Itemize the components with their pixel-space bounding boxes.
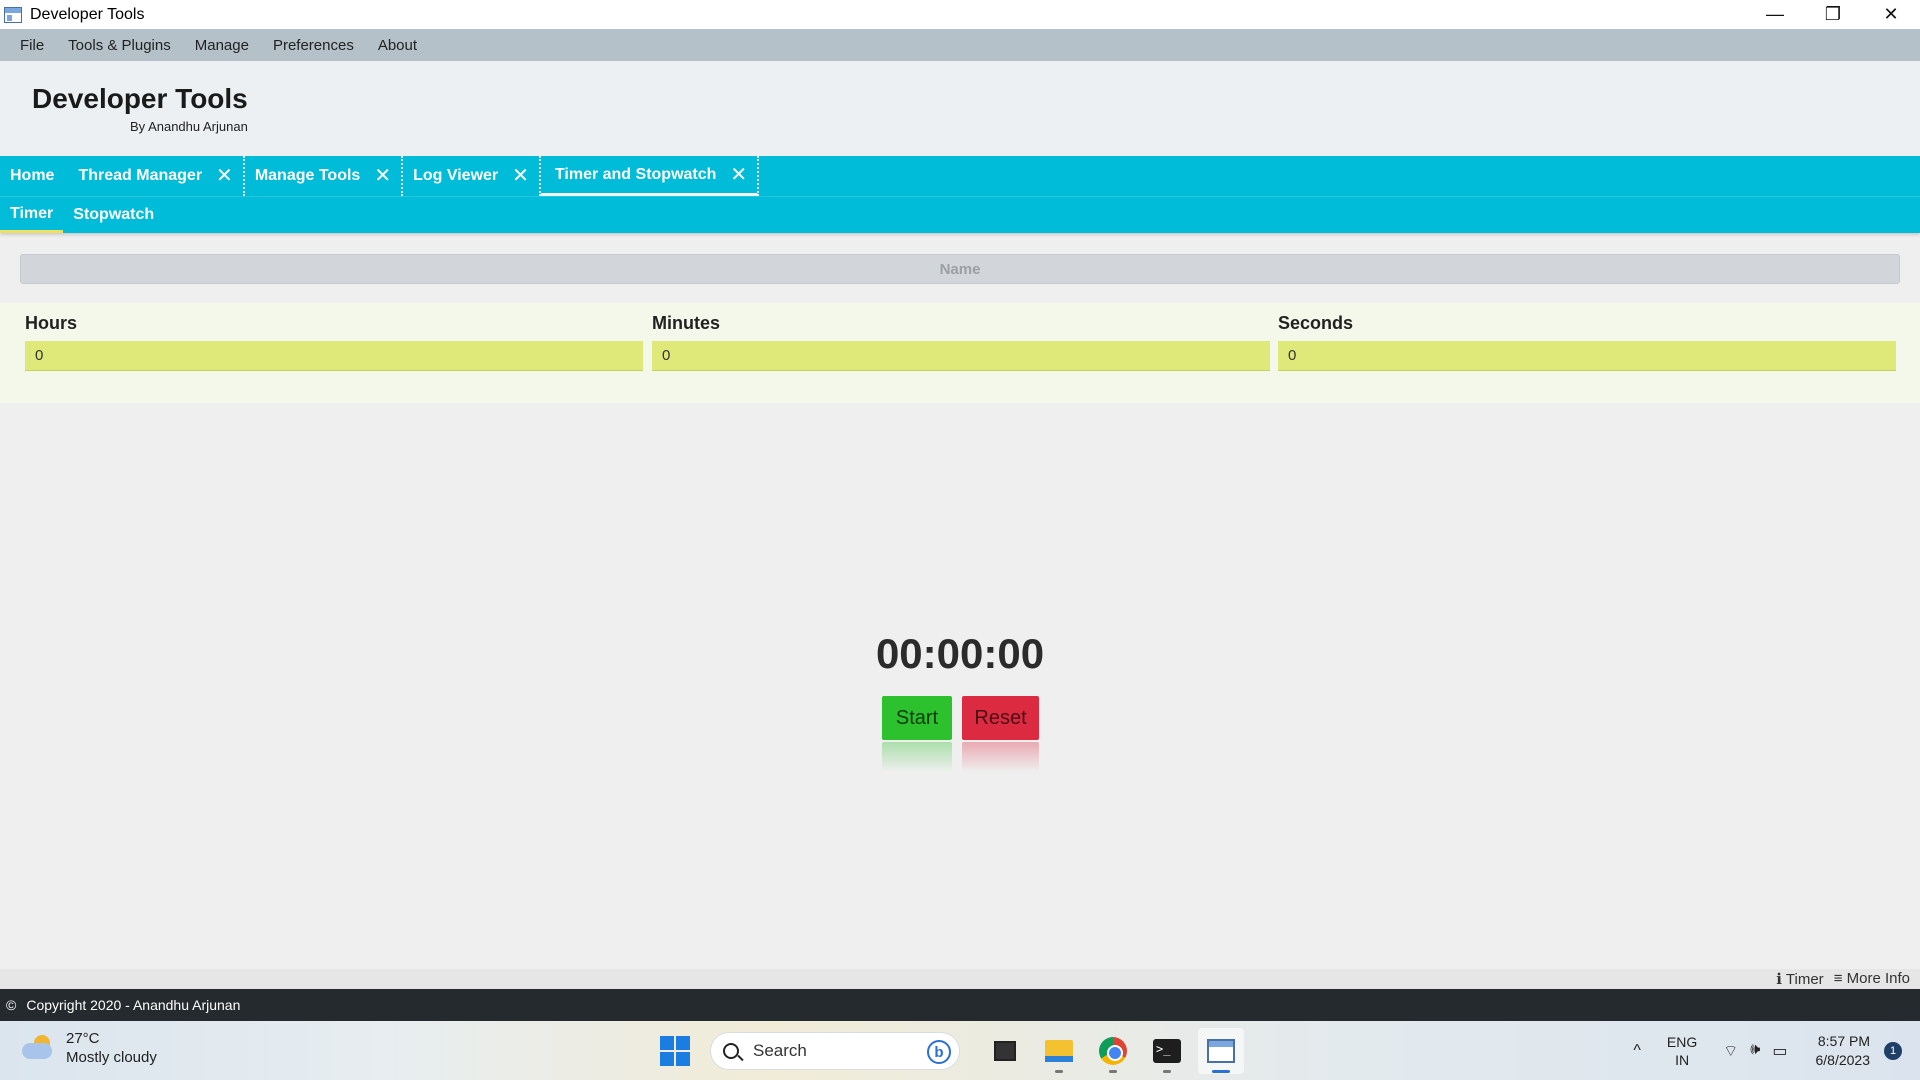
taskbar-apps: Search b >_ (660, 1027, 1248, 1075)
tab-home[interactable]: Home (0, 156, 68, 196)
taskbar-search[interactable]: Search b (710, 1032, 960, 1070)
name-input[interactable]: Name (20, 254, 1900, 284)
window-title: Developer Tools (30, 5, 145, 23)
window-controls: — ❐ ✕ (1746, 0, 1920, 29)
seconds-input[interactable]: 0 (1278, 341, 1896, 371)
more-info-link[interactable]: ≡ More Info (1834, 970, 1910, 988)
task-view-icon (994, 1041, 1016, 1061)
chrome-icon (1099, 1037, 1127, 1065)
task-view-button[interactable] (982, 1028, 1028, 1074)
weather-temp: 27°C (66, 1030, 100, 1047)
app-header: Developer Tools By Anandhu Arjunan (0, 61, 1920, 156)
tab-thread-manager[interactable]: Thread Manager ✕ (68, 156, 245, 196)
minutes-field: Minutes 0 (652, 313, 1270, 371)
close-icon[interactable]: ✕ (216, 166, 233, 186)
info-icon: ℹ (1776, 971, 1782, 988)
close-icon[interactable]: ✕ (1862, 0, 1920, 29)
main-tab-bar: Home Thread Manager ✕ Manage Tools ✕ Log… (0, 156, 1920, 196)
close-icon[interactable]: ✕ (374, 166, 391, 186)
list-icon: ≡ (1833, 970, 1843, 987)
clock-date: 6/8/2023 (1815, 1051, 1871, 1068)
timer-display: 00:00:00 (875, 630, 1045, 677)
language-indicator[interactable]: ENG IN (1667, 1033, 1697, 1069)
tab-manage-tools[interactable]: Manage Tools ✕ (245, 156, 404, 196)
menu-file[interactable]: File (8, 37, 56, 54)
reset-button-reflection (962, 742, 1039, 772)
weather-cloud-icon (22, 1035, 56, 1061)
tab-label: Timer and Stopwatch (554, 165, 717, 183)
developer-tools-icon (1207, 1039, 1235, 1063)
status-strip: ℹ Timer ≡ More Info (0, 969, 1920, 989)
start-button-reflection (882, 742, 952, 772)
terminal-button[interactable]: >_ (1144, 1028, 1190, 1074)
windows-start-icon[interactable] (660, 1036, 690, 1066)
hours-label: Hours (25, 313, 78, 333)
app-title: Developer Tools (32, 83, 248, 114)
app-subtitle: By Anandhu Arjunan (130, 119, 248, 134)
developer-tools-taskbar-button[interactable] (1198, 1028, 1244, 1074)
hours-input[interactable]: 0 (25, 341, 643, 371)
region-code: IN (1675, 1051, 1690, 1068)
tab-label: Log Viewer (413, 167, 499, 184)
menu-preferences[interactable]: Preferences (261, 37, 366, 54)
timer-info-label: Timer (1785, 971, 1824, 988)
file-explorer-button[interactable] (1036, 1028, 1082, 1074)
tab-timer-stopwatch[interactable]: Timer and Stopwatch ✕ (540, 156, 760, 196)
close-icon[interactable]: ✕ (730, 165, 747, 185)
weather-desc: Mostly cloudy (66, 1049, 157, 1066)
search-icon (723, 1043, 739, 1059)
chevron-up-icon[interactable]: ^ (1633, 1042, 1641, 1060)
hours-field: Hours 0 (25, 313, 643, 371)
more-info-label: More Info (1846, 970, 1910, 987)
subtab-stopwatch[interactable]: Stopwatch (63, 197, 164, 233)
menu-tools-plugins[interactable]: Tools & Plugins (56, 37, 183, 54)
reset-button[interactable]: Reset (962, 696, 1039, 740)
close-icon[interactable]: ✕ (512, 166, 529, 186)
bing-icon[interactable]: b (927, 1040, 951, 1064)
notification-badge[interactable]: 1 (1884, 1041, 1902, 1060)
menu-bar: File Tools & Plugins Manage Preferences … (0, 29, 1920, 61)
battery-icon: ▭ (1772, 1042, 1788, 1060)
footer: © Copyright 2020 - Anandhu Arjunan (0, 989, 1920, 1021)
clock-time: 8:57 PM (1817, 1032, 1870, 1049)
tab-label: Home (10, 167, 55, 184)
time-input-panel: Hours 0 Minutes 0 Seconds 0 (0, 303, 1920, 403)
subtab-timer[interactable]: Timer (0, 197, 64, 233)
folder-icon (1045, 1040, 1073, 1062)
title-bar: Developer Tools — ❐ ✕ (0, 0, 1920, 29)
menu-manage[interactable]: Manage (183, 37, 261, 54)
tab-label: Manage Tools (254, 167, 361, 184)
volume-icon: 🕪 (1750, 1040, 1761, 1058)
tray-icons[interactable]: ⌔ 🕪 ▭ (1723, 1041, 1787, 1061)
seconds-label: Seconds (1278, 313, 1354, 333)
sub-tab-bar: Timer Stopwatch (0, 196, 1920, 233)
restore-icon[interactable]: ❐ (1804, 0, 1862, 29)
wifi-icon: ⌔ (1723, 1042, 1739, 1060)
language-code: ENG (1666, 1033, 1698, 1050)
clock[interactable]: 8:57 PM 6/8/2023 (1816, 1032, 1871, 1070)
menu-about[interactable]: About (366, 37, 429, 54)
terminal-icon: >_ (1153, 1039, 1181, 1063)
seconds-field: Seconds 0 (1278, 313, 1896, 371)
tab-log-viewer[interactable]: Log Viewer ✕ (403, 156, 541, 196)
minutes-input[interactable]: 0 (652, 341, 1270, 371)
minutes-label: Minutes (652, 313, 721, 333)
chrome-button[interactable] (1090, 1028, 1136, 1074)
app-icon (4, 6, 22, 23)
weather-widget[interactable]: 27°C Mostly cloudy (22, 1029, 157, 1067)
tab-label: Thread Manager (78, 167, 203, 184)
start-button[interactable]: Start (882, 696, 952, 740)
taskbar: 27°C Mostly cloudy Search b >_ ^ ENG IN … (0, 1021, 1920, 1080)
timer-info-link[interactable]: ℹ Timer (1776, 970, 1823, 988)
search-label: Search (753, 1041, 807, 1060)
system-tray: ^ ENG IN ⌔ 🕪 ▭ 8:57 PM 6/8/2023 1 (1633, 1021, 1920, 1080)
copyright-icon: © (6, 997, 17, 1013)
copyright-text: Copyright 2020 - Anandhu Arjunan (26, 997, 241, 1013)
minimize-icon[interactable]: — (1746, 0, 1804, 29)
